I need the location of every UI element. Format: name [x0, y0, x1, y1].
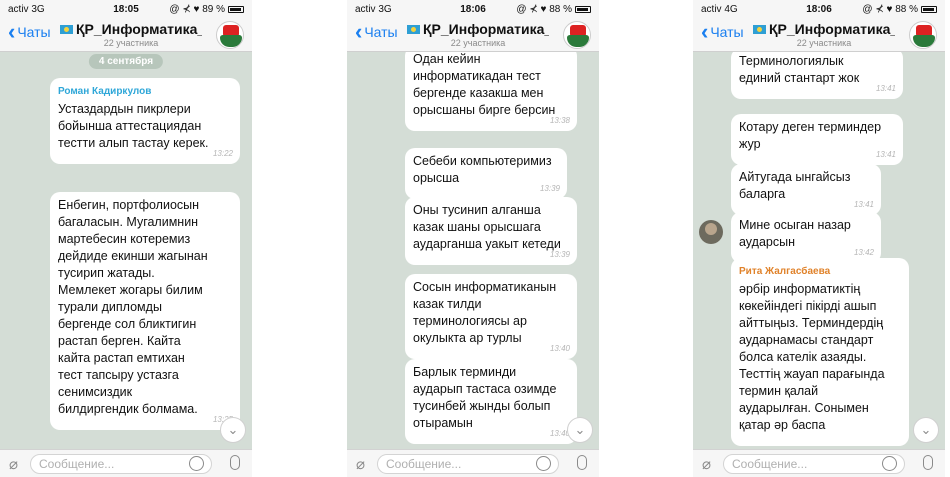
message-bubble[interactable]: Одан кейин информатикадан тест бергенде …: [405, 52, 577, 131]
battery-icon: [228, 6, 244, 13]
sender-name: Роман Кадиркулов: [58, 86, 152, 97]
battery-status: @ ⊀ ♥ 88 %: [862, 4, 918, 15]
message-time: 13:38: [549, 116, 570, 125]
chevron-left-icon: ‹: [355, 19, 363, 44]
back-button[interactable]: ‹ Чаты: [701, 19, 744, 44]
message-bubble[interactable]: Котару деген терминдер жур 13:41: [731, 114, 903, 165]
message-input[interactable]: Сообщение...: [377, 454, 559, 474]
participants-count: 22 участника: [103, 38, 159, 48]
battery-icon: [575, 6, 591, 13]
back-button[interactable]: ‹ Чаты: [8, 19, 51, 44]
message-list[interactable]: Терминологиялык единий стантарт жок 13:4…: [693, 52, 945, 449]
chat-title: ҚР_Информатика_...: [76, 21, 202, 37]
chat-title-block[interactable]: ҚР_Информатика_... 22 участника: [407, 21, 549, 48]
chat-title: ҚР_Информатика_...: [769, 21, 895, 37]
chat-header: ‹ Чаты ҚР_Информатика_... 22 участника: [693, 18, 945, 52]
participants-count: 22 участника: [450, 38, 506, 48]
message-bubble[interactable]: Оны тусинип алганша казак шаны орысшага …: [405, 197, 577, 265]
input-bar: ⌀ Сообщение...: [0, 449, 252, 477]
message-text: Барлык терминди аударып тастаса озимде т…: [413, 365, 557, 430]
message-time: 13:41: [853, 200, 874, 209]
status-bar: activ 3G 18:06 @ ⊀ ♥ 88 %: [347, 0, 599, 18]
message-text: Устаздардын пикрлери бойынша аттестацияд…: [58, 102, 209, 150]
microphone-icon[interactable]: [923, 455, 933, 470]
sticker-icon[interactable]: [882, 456, 897, 471]
message-list[interactable]: 4 сентября Роман Кадиркулов Устаздардын …: [0, 52, 252, 449]
back-button[interactable]: ‹ Чаты: [355, 19, 398, 44]
message-bubble[interactable]: Сосын информатиканын казак тилди термино…: [405, 274, 577, 359]
chat-screen-1: activ 3G 18:05 @ ⊀ ♥ 89 % ‹ Чаты ҚР_Инфо…: [0, 0, 252, 477]
group-avatar[interactable]: [909, 21, 937, 49]
input-bar: ⌀ Сообщение...: [693, 449, 945, 477]
message-time: 13:41: [875, 84, 896, 93]
message-time: 13:39: [549, 250, 570, 259]
date-chip: 4 сентября: [88, 54, 164, 69]
message-time: 13:22: [212, 149, 233, 158]
battery-icon: [921, 6, 937, 13]
chat-header: ‹ Чаты ҚР_Информатика_... 22 участника: [347, 18, 599, 52]
battery-status: @ ⊀ ♥ 88 %: [516, 4, 572, 15]
message-bubble[interactable]: Рита Жалгасбаева әрбір информатиктің көк…: [731, 258, 909, 446]
sender-name: Рита Жалгасбаева: [739, 266, 831, 277]
group-avatar[interactable]: [563, 21, 591, 49]
scroll-down-button[interactable]: ⌄: [567, 417, 593, 443]
microphone-icon[interactable]: [230, 455, 240, 470]
chevron-down-icon: ⌄: [574, 422, 586, 437]
chat-header: ‹ Чаты ҚР_Информатика_... 22 участника: [0, 18, 252, 52]
message-text: Котару деген терминдер жур: [739, 120, 882, 151]
message-input[interactable]: Сообщение...: [723, 454, 905, 474]
chat-title-block[interactable]: ҚР_Информатика_... 22 участника: [60, 21, 202, 48]
scroll-down-button[interactable]: ⌄: [220, 417, 246, 443]
status-bar: activ 4G 18:06 @ ⊀ ♥ 88 %: [693, 0, 945, 18]
kz-flag-icon: [407, 25, 420, 34]
message-input[interactable]: Сообщение...: [30, 454, 212, 474]
message-text: әрбір информатиктің көкейіндегі пікірді …: [739, 282, 885, 432]
message-text: Айтугада ынгайсыз баларга: [739, 170, 851, 201]
sticker-icon[interactable]: [189, 456, 204, 471]
user-avatar[interactable]: [699, 220, 723, 244]
participants-count: 22 участника: [796, 38, 852, 48]
chat-title: ҚР_Информатика_...: [423, 21, 549, 37]
back-label: Чаты: [364, 24, 398, 40]
back-label: Чаты: [17, 24, 51, 40]
kz-flag-icon: [753, 25, 766, 34]
message-text: Сосын информатиканын казак тилди термино…: [413, 280, 557, 345]
chat-screen-3: activ 4G 18:06 @ ⊀ ♥ 88 % ‹ Чаты ҚР_Инфо…: [693, 0, 945, 477]
chat-title-block[interactable]: ҚР_Информатика_... 22 участника: [753, 21, 895, 48]
scroll-down-button[interactable]: ⌄: [913, 417, 939, 443]
message-text: Одан кейин информатикадан тест бергенде …: [413, 52, 556, 117]
message-bubble[interactable]: Енбегин, портфолиосын багаласын. Мугалим…: [50, 192, 240, 430]
message-bubble[interactable]: Терминологиялык единий стантарт жок 13:4…: [731, 52, 903, 99]
back-label: Чаты: [710, 24, 744, 40]
chevron-down-icon: ⌄: [920, 422, 932, 437]
message-time: 13:40: [549, 344, 570, 353]
attach-icon[interactable]: ⌀: [9, 455, 18, 473]
message-bubble[interactable]: Барлык терминди аударып тастаса озимде т…: [405, 359, 577, 444]
sticker-icon[interactable]: [536, 456, 551, 471]
battery-status: @ ⊀ ♥ 89 %: [169, 4, 225, 15]
message-text: Себеби компьютеримиз орысша: [413, 154, 552, 185]
message-text: Терминологиялык единий стантарт жок: [739, 54, 860, 85]
chevron-down-icon: ⌄: [227, 422, 239, 437]
message-bubble[interactable]: Айтугада ынгайсыз баларга 13:41: [731, 164, 881, 215]
message-list[interactable]: Одан кейин информатикадан тест бергенде …: [347, 52, 599, 449]
message-bubble[interactable]: Мине осыган назар аударсын 13:42: [731, 212, 881, 263]
chat-screen-2: activ 3G 18:06 @ ⊀ ♥ 88 % ‹ Чаты ҚР_Инфо…: [347, 0, 599, 477]
attach-icon[interactable]: ⌀: [356, 455, 365, 473]
group-avatar[interactable]: [216, 21, 244, 49]
chevron-left-icon: ‹: [701, 19, 709, 44]
message-text: Енбегин, портфолиосын багаласын. Мугалим…: [58, 198, 208, 416]
message-bubble[interactable]: Себеби компьютеримиз орысша 13:39: [405, 148, 567, 199]
status-bar: activ 3G 18:05 @ ⊀ ♥ 89 %: [0, 0, 252, 18]
message-text: Оны тусинип алганша казак шаны орысшага …: [413, 203, 561, 251]
input-bar: ⌀ Сообщение...: [347, 449, 599, 477]
message-bubble[interactable]: Роман Кадиркулов Устаздардын пикрлери бо…: [50, 78, 240, 164]
message-text: Мине осыган назар аударсын: [739, 218, 851, 249]
message-time: 13:39: [539, 184, 560, 193]
kz-flag-icon: [60, 25, 73, 34]
message-time: 13:41: [875, 150, 896, 159]
attach-icon[interactable]: ⌀: [702, 455, 711, 473]
chevron-left-icon: ‹: [8, 19, 16, 44]
microphone-icon[interactable]: [577, 455, 587, 470]
